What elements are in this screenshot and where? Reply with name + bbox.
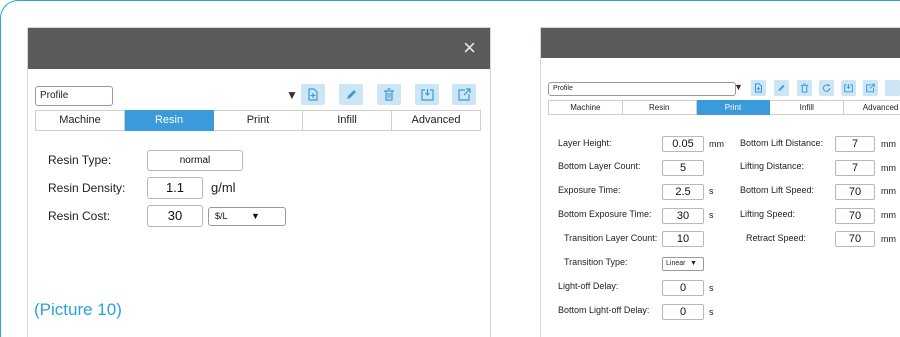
transition-dropdown-icon: ▼ bbox=[690, 260, 697, 267]
delete-profile-button[interactable] bbox=[377, 84, 401, 105]
settings-tabs: Machine Resin Print Infill Advanced bbox=[548, 100, 900, 115]
settings-tabs: Machine Resin Print Infill Advanced bbox=[35, 110, 481, 131]
transition-count-field[interactable]: 10 bbox=[662, 231, 704, 247]
lifting-speed-unit: mm bbox=[881, 210, 896, 220]
profile-dropdown-icon[interactable]: ▼ bbox=[734, 82, 743, 92]
bottom-light-off-field[interactable]: 0 bbox=[662, 304, 704, 320]
import-profile-button[interactable] bbox=[841, 80, 856, 96]
lifting-distance-field[interactable]: 7 bbox=[835, 160, 875, 176]
retract-speed-unit: mm bbox=[881, 234, 896, 244]
tab-resin[interactable]: Resin bbox=[125, 110, 214, 131]
retract-speed-field[interactable]: 70 bbox=[835, 231, 875, 247]
resin-density-field[interactable]: 1.1 bbox=[147, 177, 203, 199]
layer-height-unit: mm bbox=[709, 139, 724, 149]
exposure-time-field[interactable]: 2.5 bbox=[662, 184, 704, 200]
bottom-exposure-field[interactable]: 30 bbox=[662, 208, 704, 224]
light-off-unit: s bbox=[709, 283, 714, 293]
export-icon bbox=[457, 88, 471, 101]
picture-caption: (Picture 10) bbox=[34, 300, 122, 319]
resin-cost-field[interactable]: 30 bbox=[147, 205, 203, 227]
transition-count-label: Transition Layer Count: bbox=[564, 233, 658, 243]
bottom-light-off-label: Bottom Light-off Delay: bbox=[558, 305, 650, 315]
resin-cost-label: Resin Cost: bbox=[48, 209, 111, 223]
tab-machine[interactable]: Machine bbox=[548, 100, 623, 115]
pencil-icon bbox=[778, 84, 785, 92]
profile-select[interactable]: Profile bbox=[35, 86, 113, 106]
exposure-time-unit: s bbox=[709, 186, 714, 196]
light-off-label: Light-off Delay: bbox=[558, 281, 619, 291]
tab-advanced[interactable]: Advanced bbox=[392, 110, 481, 131]
bottom-light-off-unit: s bbox=[709, 307, 714, 317]
tab-print[interactable]: Print bbox=[696, 100, 771, 115]
export-profile-button[interactable] bbox=[863, 80, 878, 96]
lifting-distance-unit: mm bbox=[881, 163, 896, 173]
profile-select[interactable]: Profile bbox=[548, 82, 736, 96]
resin-type-field[interactable]: normal bbox=[147, 150, 243, 171]
layer-height-field[interactable]: 0.05 bbox=[662, 136, 704, 152]
bottom-layer-count-label: Bottom Layer Count: bbox=[558, 161, 641, 171]
light-off-field[interactable]: 0 bbox=[662, 280, 704, 296]
trash-icon bbox=[800, 83, 809, 93]
edit-profile-button[interactable] bbox=[339, 84, 363, 105]
bottom-lift-speed-field[interactable]: 70 bbox=[835, 184, 875, 200]
import-icon bbox=[844, 84, 853, 93]
bottom-exposure-label: Bottom Exposure Time: bbox=[558, 209, 652, 219]
refresh-profile-button[interactable] bbox=[819, 80, 834, 96]
tab-infill[interactable]: Infill bbox=[770, 100, 845, 115]
print-settings-dialog: Profile ▼ Machine Resin Print Infill Adv… bbox=[540, 27, 900, 337]
bottom-lift-distance-label: Bottom Lift Distance: bbox=[740, 138, 824, 148]
bottom-lift-distance-field[interactable]: 7 bbox=[835, 136, 875, 152]
tab-infill[interactable]: Infill bbox=[303, 110, 392, 131]
lifting-speed-label: Lifting Speed: bbox=[740, 209, 796, 219]
export-profile-button[interactable] bbox=[452, 84, 476, 105]
transition-type-select[interactable]: Linear ▼ bbox=[662, 257, 704, 271]
currency-dropdown-icon: ▼ bbox=[251, 211, 260, 221]
resin-density-label: Resin Density: bbox=[48, 181, 126, 195]
currency-value: $/L bbox=[215, 211, 228, 221]
tab-advanced[interactable]: Advanced bbox=[844, 100, 900, 115]
new-file-icon bbox=[308, 88, 318, 101]
tab-resin[interactable]: Resin bbox=[622, 100, 697, 115]
close-icon[interactable]: × bbox=[463, 36, 476, 60]
transition-type-value: Linear bbox=[666, 260, 686, 267]
pencil-icon bbox=[346, 90, 356, 99]
lifting-speed-field[interactable]: 70 bbox=[835, 208, 875, 224]
tab-print[interactable]: Print bbox=[214, 110, 303, 131]
refresh-icon bbox=[822, 83, 831, 92]
profile-dropdown-icon[interactable]: ▼ bbox=[286, 88, 298, 102]
trash-icon bbox=[384, 88, 394, 101]
delete-profile-button[interactable] bbox=[797, 80, 812, 96]
exposure-time-label: Exposure Time: bbox=[558, 185, 621, 195]
new-profile-button[interactable] bbox=[751, 80, 766, 96]
retract-speed-label: Retract Speed: bbox=[746, 233, 807, 243]
bottom-layer-count-field[interactable]: 5 bbox=[662, 160, 704, 176]
extra-profile-button[interactable] bbox=[885, 80, 900, 96]
bottom-lift-distance-unit: mm bbox=[881, 139, 896, 149]
layer-height-label: Layer Height: bbox=[558, 138, 612, 148]
transition-type-label: Transition Type: bbox=[564, 257, 628, 267]
bottom-exposure-unit: s bbox=[709, 210, 714, 220]
lifting-distance-label: Lifting Distance: bbox=[740, 161, 805, 171]
resin-settings-dialog: × Profile ▼ Machine Resin Print Infill A… bbox=[27, 27, 491, 337]
resin-density-unit: g/ml bbox=[211, 180, 236, 195]
bottom-lift-speed-label: Bottom Lift Speed: bbox=[740, 185, 815, 195]
tab-machine[interactable]: Machine bbox=[35, 110, 125, 131]
dialog-titlebar bbox=[541, 28, 900, 58]
resin-type-label: Resin Type: bbox=[48, 153, 112, 167]
currency-select[interactable]: $/L ▼ bbox=[208, 207, 286, 226]
new-profile-button[interactable] bbox=[301, 84, 325, 105]
new-file-icon bbox=[754, 83, 763, 93]
dialog-titlebar: × bbox=[28, 28, 490, 69]
import-profile-button[interactable] bbox=[415, 84, 439, 105]
export-icon bbox=[866, 83, 875, 93]
import-icon bbox=[420, 89, 434, 101]
edit-profile-button[interactable] bbox=[774, 80, 789, 96]
bottom-lift-speed-unit: mm bbox=[881, 186, 896, 196]
